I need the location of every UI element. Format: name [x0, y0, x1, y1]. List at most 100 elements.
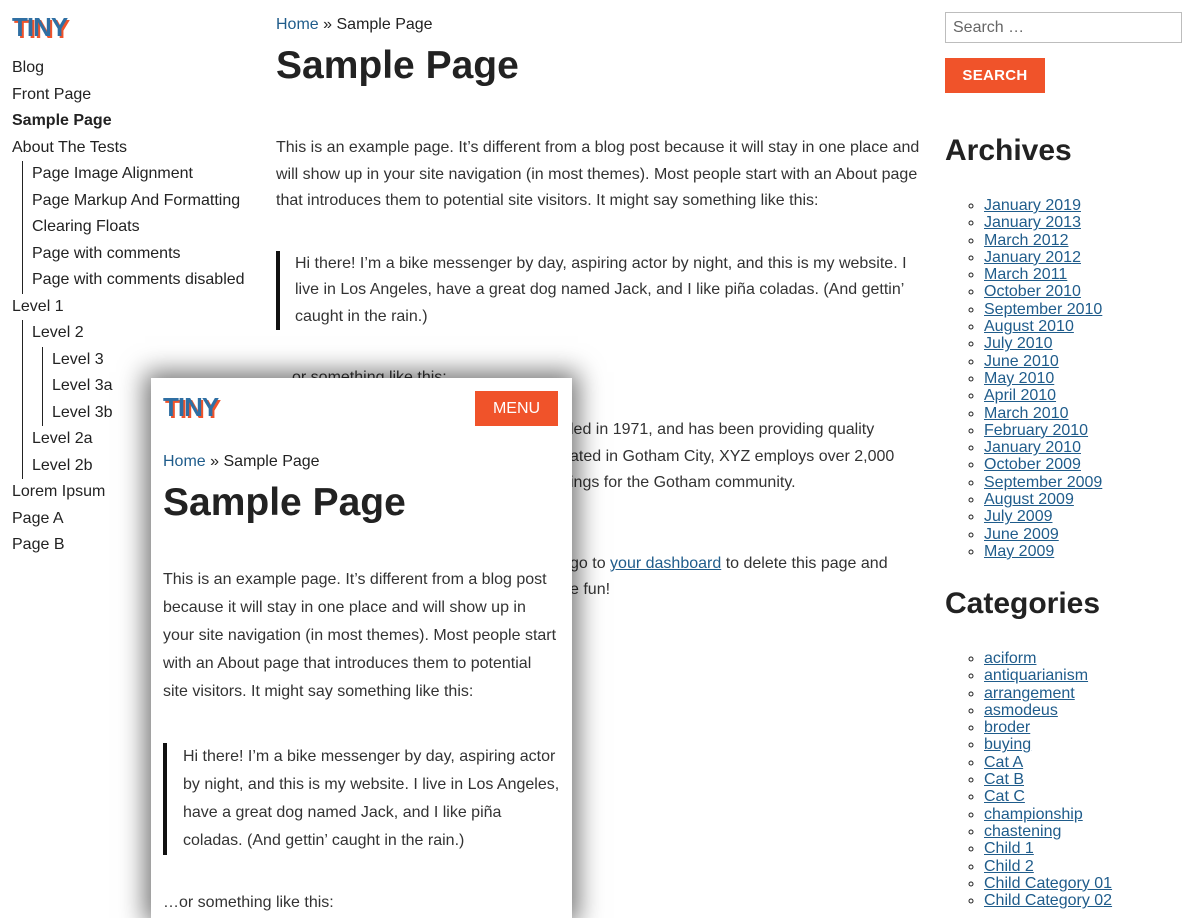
list-item: August 2009 [984, 491, 1102, 508]
nav-item-front-page[interactable]: Front Page [12, 82, 252, 109]
list-item: January 2010 [984, 439, 1102, 456]
list-item: March 2010 [984, 405, 1102, 422]
nav-item-page-with-comments[interactable]: Page with comments [32, 241, 252, 268]
list-item: February 2010 [984, 422, 1102, 439]
category-link[interactable]: aciform [984, 650, 1036, 667]
list-item: Child Category 02 [984, 892, 1112, 909]
list-item: Cat A [984, 754, 1112, 771]
category-link[interactable]: arrangement [984, 685, 1075, 702]
category-link[interactable]: championship [984, 806, 1083, 823]
archive-link[interactable]: April 2010 [984, 387, 1056, 404]
archive-link[interactable]: January 2019 [984, 197, 1081, 214]
archive-link[interactable]: January 2012 [984, 249, 1081, 266]
category-link[interactable]: asmodeus [984, 702, 1058, 719]
list-item: May 2009 [984, 543, 1102, 560]
archive-link[interactable]: October 2010 [984, 283, 1081, 300]
mobile-preview: TINY MENU Home » Sample Page Sample Page… [151, 378, 572, 918]
category-link[interactable]: Child Category 01 [984, 875, 1112, 892]
list-item: April 2010 [984, 387, 1102, 404]
nav-item-level-1[interactable]: Level 1 [12, 294, 252, 321]
list-item: Child Category 01 [984, 875, 1112, 892]
nav-item-page-markup[interactable]: Page Markup And Formatting [32, 188, 252, 215]
archive-link[interactable]: July 2010 [984, 335, 1053, 352]
list-item: Cat B [984, 771, 1112, 788]
category-link[interactable]: Cat A [984, 754, 1023, 771]
archive-link[interactable]: January 2010 [984, 439, 1081, 456]
list-item: October 2010 [984, 283, 1102, 300]
list-item: January 2013 [984, 214, 1102, 231]
archive-link[interactable]: February 2010 [984, 422, 1088, 439]
mobile-menu-button[interactable]: MENU [475, 391, 558, 426]
list-item: championship [984, 806, 1112, 823]
category-link[interactable]: buying [984, 736, 1031, 753]
list-item: January 2019 [984, 197, 1102, 214]
archive-link[interactable]: May 2009 [984, 543, 1054, 560]
search-input[interactable] [945, 12, 1182, 43]
dashboard-link[interactable]: your dashboard [610, 555, 721, 572]
nav-submenu-about: Page Image Alignment Page Markup And For… [22, 161, 252, 294]
outro-line-2: e fun! [570, 581, 611, 598]
outro-text-before: go to [570, 555, 606, 572]
archive-link[interactable]: January 2013 [984, 214, 1081, 231]
breadcrumb-current: Sample Page [336, 16, 433, 33]
breadcrumb-home-link[interactable]: Home [276, 16, 319, 33]
list-item: August 2010 [984, 318, 1102, 335]
category-link[interactable]: Cat B [984, 771, 1024, 788]
list-item: June 2010 [984, 353, 1102, 370]
nav-item-page-comments-disabled[interactable]: Page with comments disabled [32, 267, 252, 294]
nav-item-blog[interactable]: Blog [12, 55, 252, 82]
nav-item-page-image-alignment[interactable]: Page Image Alignment [32, 161, 252, 188]
mobile-page-title: Sample Page [163, 481, 406, 524]
category-link[interactable]: chastening [984, 823, 1061, 840]
list-item: arrangement [984, 685, 1112, 702]
archive-link[interactable]: July 2009 [984, 508, 1053, 525]
archive-link[interactable]: June 2010 [984, 353, 1059, 370]
archive-link[interactable]: August 2010 [984, 318, 1074, 335]
outro-text-after: to delete this page and [725, 555, 888, 572]
list-item: July 2009 [984, 508, 1102, 525]
list-item: October 2009 [984, 456, 1102, 473]
archive-link[interactable]: October 2009 [984, 456, 1081, 473]
archive-link[interactable]: March 2012 [984, 232, 1069, 249]
nav-item-sample-page[interactable]: Sample Page [12, 108, 252, 135]
breadcrumb-separator: » [323, 16, 333, 33]
category-link[interactable]: Cat C [984, 788, 1025, 805]
archive-link[interactable]: March 2010 [984, 405, 1069, 422]
nav-item-clearing-floats[interactable]: Clearing Floats [32, 214, 252, 241]
page-title: Sample Page [276, 44, 519, 87]
quote-company-line-1: led in 1971, and has been providing qual… [570, 421, 875, 438]
quote-bike-messenger: Hi there! I’m a bike messenger by day, a… [276, 250, 921, 330]
site-logo[interactable]: TINY [12, 12, 68, 43]
archive-link[interactable]: June 2009 [984, 526, 1059, 543]
nav-item-about-tests[interactable]: About The Tests [12, 135, 252, 162]
search-button[interactable]: SEARCH [945, 58, 1045, 93]
category-link[interactable]: antiquarianism [984, 667, 1088, 684]
list-item: March 2011 [984, 266, 1102, 283]
archives-list: January 2019 January 2013 March 2012 Jan… [945, 197, 1102, 560]
category-link[interactable]: Child 2 [984, 858, 1034, 875]
list-item: June 2009 [984, 526, 1102, 543]
category-link[interactable]: broder [984, 719, 1030, 736]
list-item: March 2012 [984, 232, 1102, 249]
quote-company-line-3: ings for the Gotham community. [570, 474, 796, 491]
archive-link[interactable]: August 2009 [984, 491, 1074, 508]
intro-paragraph: This is an example page. It’s different … [276, 139, 920, 209]
archive-link[interactable]: May 2010 [984, 370, 1054, 387]
list-item: September 2009 [984, 474, 1102, 491]
list-item: chastening [984, 823, 1112, 840]
mobile-breadcrumb-current: Sample Page [223, 453, 320, 470]
mobile-breadcrumb-separator: » [210, 453, 220, 470]
nav-item-level-2[interactable]: Level 2 [32, 320, 252, 347]
nav-item-level-3[interactable]: Level 3 [52, 347, 252, 374]
archive-link[interactable]: September 2009 [984, 474, 1102, 491]
mobile-intro-paragraph: This is an example page. It’s different … [163, 571, 557, 700]
category-link[interactable]: Child Category 02 [984, 892, 1112, 909]
category-link[interactable]: Child 1 [984, 840, 1034, 857]
archive-link[interactable]: March 2011 [984, 266, 1067, 283]
mobile-breadcrumb: Home » Sample Page [163, 451, 560, 473]
archive-link[interactable]: September 2010 [984, 301, 1102, 318]
mobile-site-logo[interactable]: TINY [163, 392, 219, 423]
categories-list: aciform antiquarianism arrangement asmod… [945, 650, 1112, 909]
mobile-breadcrumb-home-link[interactable]: Home [163, 453, 206, 470]
list-item: antiquarianism [984, 667, 1112, 684]
